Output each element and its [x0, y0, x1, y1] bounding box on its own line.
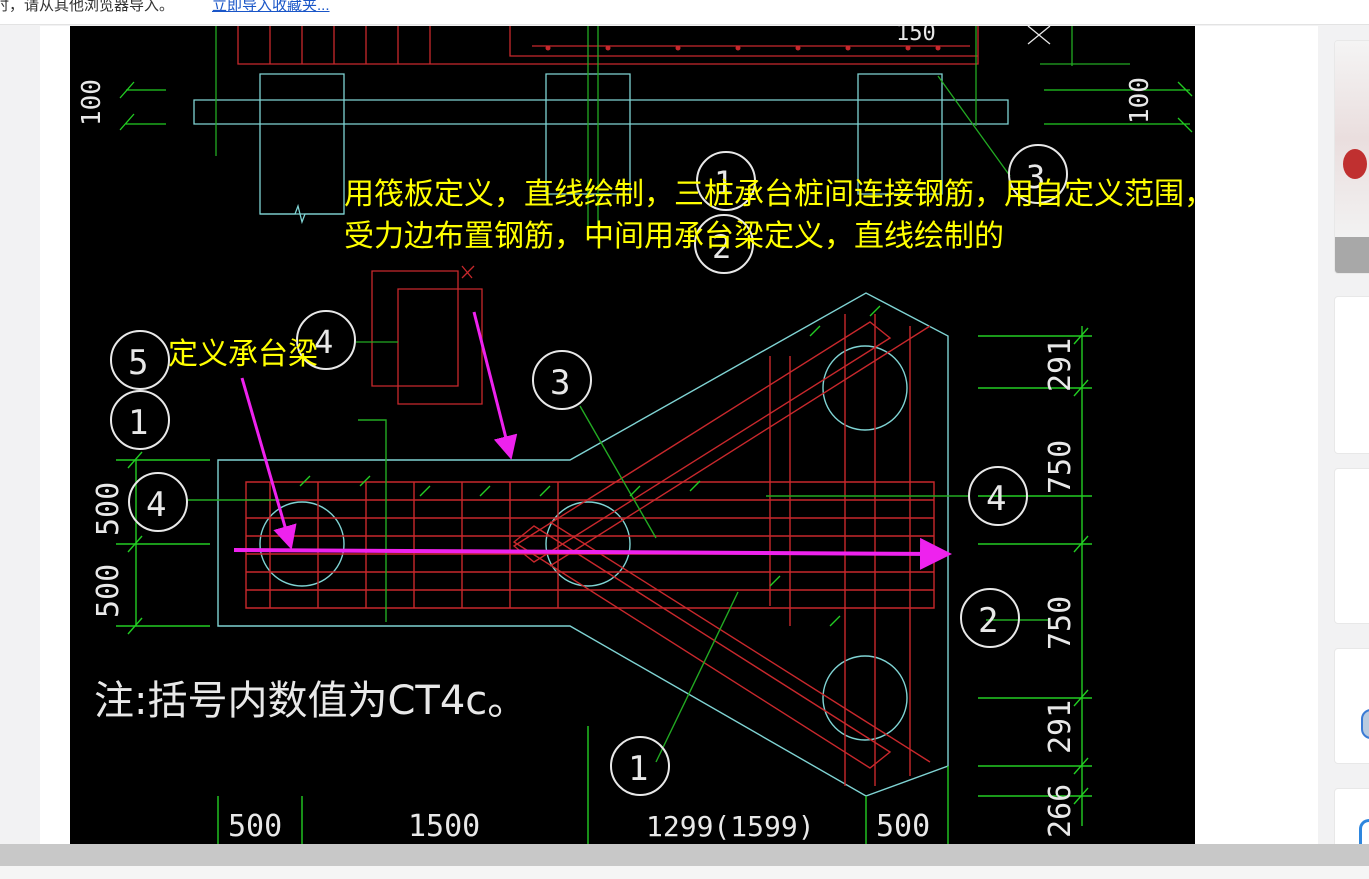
- callout-4-right: 4: [986, 479, 1006, 519]
- dim-bottom-500-right: 500: [876, 809, 930, 844]
- cad-drawing-svg: 100 100 150 1 2 3 4 5 1 4 3 4 2 1 500 50…: [77, 26, 1193, 844]
- callout-4-left: 4: [146, 485, 166, 525]
- annotation-line-2: 受力边布置钢筋，中间用承台梁定义，直线绘制的: [344, 219, 1004, 254]
- dim-bottom-1500: 1500: [408, 809, 480, 844]
- sidebar-banner-card[interactable]: [1334, 40, 1369, 274]
- sidebar-card-2[interactable]: [1334, 468, 1369, 624]
- cad-drawing-image: 100 100 150 1 2 3 4 5 1 4 3 4 2 1 500 50…: [70, 26, 1195, 844]
- callout-3-mid: 3: [550, 363, 570, 403]
- beam-section-detail: 4: [296, 265, 483, 405]
- dim-right-291-top: 291: [1043, 338, 1078, 392]
- help-icon: [1361, 709, 1369, 739]
- headset-icon: [1359, 819, 1369, 846]
- callout-1-bottom: 1: [628, 749, 648, 789]
- annotation-beam-note: 定义承台梁: [168, 337, 318, 372]
- dim-left-lower: 500: [91, 564, 126, 618]
- sidebar-card-1[interactable]: [1334, 296, 1369, 454]
- import-notice-text: 时，请从其他浏览器导入。: [0, 0, 175, 14]
- sidebar-card-4[interactable]: [1334, 788, 1369, 850]
- sidebar-banner-footer: [1335, 237, 1369, 273]
- browser-notice-bar: 时，请从其他浏览器导入。 立即导入收藏夹...: [0, 0, 1369, 25]
- right-sidebar: [1334, 26, 1369, 850]
- bottom-strip: [0, 866, 1369, 879]
- pile-cap-plan: [116, 292, 1092, 844]
- annotation-line-1: 用筏板定义，直线绘制，三桩承台桩间连接钢筋，用自定义范围，平行: [344, 177, 1195, 212]
- drawing-note: 注:括号内数值为CT4c。: [94, 678, 527, 724]
- callout-5: 5: [128, 343, 148, 383]
- banner-decoration: [1343, 149, 1367, 179]
- dim-bottom-500-left: 500: [228, 809, 282, 844]
- sidebar-card-3[interactable]: [1334, 648, 1369, 764]
- dim-right-291-bottom: 291: [1043, 700, 1078, 754]
- callout-2-right: 2: [978, 601, 998, 641]
- dim-right-750-top: 750: [1043, 440, 1078, 494]
- dim-left-upper: 500: [91, 482, 126, 536]
- horizontal-scrollbar[interactable]: [0, 844, 1369, 866]
- import-bookmarks-link[interactable]: 立即导入收藏夹...: [212, 0, 330, 15]
- dim-top: 150: [896, 26, 936, 46]
- dim-right-750-bottom: 750: [1043, 596, 1078, 650]
- dim-bottom-1299: 1299(1599): [646, 810, 815, 843]
- callout-1-left: 1: [128, 403, 148, 443]
- dim-right-266: 266: [1043, 784, 1078, 838]
- dim-top-left: 100: [77, 79, 107, 126]
- sidebar-banner-image: [1335, 41, 1369, 237]
- dim-top-right: 100: [1125, 77, 1155, 124]
